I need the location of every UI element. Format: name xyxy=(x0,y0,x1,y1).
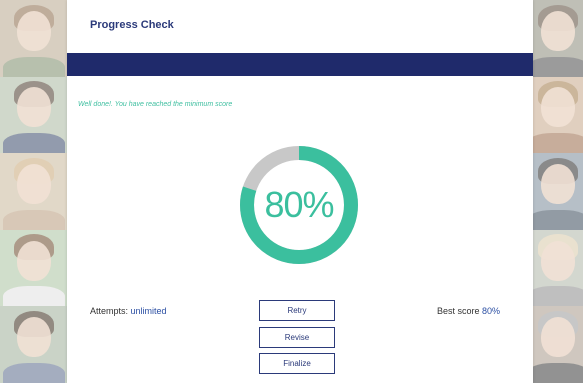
best-score-value: 80% xyxy=(482,306,501,316)
progress-check-panel: Progress Check Well done!. You have reac… xyxy=(67,0,533,383)
background-photo-column-right xyxy=(533,0,583,383)
result-message: Well done!. You have reached the minimum… xyxy=(78,101,233,108)
revise-button[interactable]: Revise xyxy=(259,327,335,348)
background-photo-column-left xyxy=(0,0,67,383)
page-title: Progress Check xyxy=(90,19,174,31)
score-donut: 80% xyxy=(239,145,359,265)
attempts-info: Attempts: unlimited xyxy=(90,306,167,316)
header-banner xyxy=(67,53,533,76)
retry-button[interactable]: Retry xyxy=(259,300,335,321)
best-score-info: Best score 80% xyxy=(437,306,500,316)
attempts-value: unlimited xyxy=(130,306,167,316)
finalize-button[interactable]: Finalize xyxy=(259,353,335,374)
score-percentage: 80% xyxy=(264,184,334,225)
attempts-label: Attempts: xyxy=(90,306,131,316)
best-score-label: Best score xyxy=(437,306,483,316)
